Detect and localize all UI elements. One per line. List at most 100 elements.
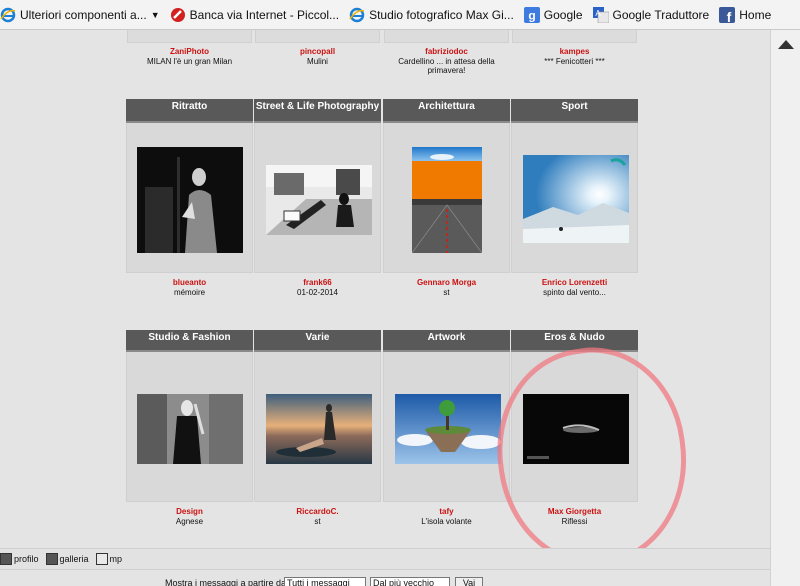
category-thumbnail-box[interactable] bbox=[254, 352, 381, 502]
category-studio-fashion[interactable]: Studio & Fashion Design Agnese bbox=[126, 330, 253, 526]
gallery-cell[interactable]: ZaniPhoto MILAN l'è un gran Milan bbox=[126, 30, 253, 72]
category-title[interactable]: Artwork bbox=[383, 330, 510, 352]
ie-icon bbox=[0, 7, 16, 23]
author-link[interactable]: fabriziodoc bbox=[383, 47, 510, 57]
photo-thumbnail[interactable] bbox=[523, 155, 629, 243]
thumbnail-frame bbox=[255, 30, 380, 43]
bookmark-label: Studio fotografico Max Gi... bbox=[369, 7, 514, 22]
category-title[interactable]: Ritratto bbox=[126, 99, 253, 123]
thumbnail-frame bbox=[512, 30, 637, 43]
photo-title: L'isola volante bbox=[421, 517, 472, 526]
author-link[interactable]: kampes bbox=[511, 47, 638, 57]
category-sport[interactable]: Sport Enrico Lorenzetti spinto dal vento… bbox=[511, 99, 638, 297]
category-ritratto[interactable]: Ritratto blueanto mémoire bbox=[126, 99, 253, 297]
category-eros-nudo[interactable]: Eros & Nudo Max Giorgetta Riflessi bbox=[511, 330, 638, 526]
bookmark-label: Home bbox=[739, 7, 772, 22]
category-thumbnail-box[interactable] bbox=[383, 352, 510, 502]
google-icon: g bbox=[523, 6, 540, 23]
author-link[interactable]: Max Giorgetta bbox=[511, 507, 638, 517]
filter-label: Mostra i messaggi a partire da: bbox=[165, 578, 289, 586]
profile-link[interactable]: profilo bbox=[0, 553, 39, 565]
gallery-cell[interactable]: fabriziodoc Cardellino ... in attesa del… bbox=[383, 30, 510, 75]
photo-thumbnail[interactable] bbox=[266, 394, 372, 464]
photo-title: st bbox=[314, 517, 321, 526]
photo-title: Riflessi bbox=[561, 517, 588, 526]
chevron-down-icon[interactable]: ▼ bbox=[151, 10, 160, 20]
category-thumbnail-box[interactable] bbox=[511, 123, 638, 273]
category-meta: blueanto mémoire bbox=[126, 278, 253, 297]
photo-title: st bbox=[443, 288, 450, 297]
category-title[interactable]: Street & Life Photography bbox=[254, 99, 381, 123]
category-title[interactable]: Studio & Fashion bbox=[126, 330, 253, 352]
photo-thumbnail[interactable] bbox=[137, 394, 243, 464]
go-button[interactable]: Vai bbox=[455, 577, 483, 586]
category-thumbnail-box[interactable] bbox=[126, 352, 253, 502]
author-link[interactable]: tafy bbox=[383, 507, 510, 517]
profile-icon bbox=[0, 553, 12, 565]
category-architettura[interactable]: Architettura Gennaro Morga st bbox=[383, 99, 510, 297]
category-meta: frank66 01-02-2014 bbox=[254, 278, 381, 297]
no-entry-icon bbox=[170, 7, 186, 23]
ie-icon bbox=[349, 7, 365, 23]
category-thumbnail-box[interactable] bbox=[383, 123, 510, 273]
category-title[interactable]: Eros & Nudo bbox=[511, 330, 638, 352]
translate-icon: A bbox=[592, 6, 609, 23]
facebook-icon: f bbox=[719, 6, 736, 23]
category-thumbnail-box[interactable] bbox=[254, 123, 381, 273]
photo-title: Mulini bbox=[307, 57, 328, 66]
bookmark-google-traduttore[interactable]: A Google Traduttore bbox=[592, 0, 710, 29]
author-link[interactable]: Gennaro Morga bbox=[383, 278, 510, 288]
category-artwork[interactable]: Artwork tafy L'isola volante bbox=[383, 330, 510, 526]
category-meta: Gennaro Morga st bbox=[383, 278, 510, 297]
gallery-cell[interactable]: kampes *** Fenicotteri *** bbox=[511, 30, 638, 72]
svg-text:A: A bbox=[595, 9, 601, 18]
category-meta: tafy L'isola volante bbox=[383, 507, 510, 526]
category-varie[interactable]: Varie RiccardoC. st bbox=[254, 330, 381, 526]
photo-title: mémoire bbox=[173, 288, 206, 297]
gallery-icon bbox=[45, 553, 58, 565]
link-label: mp bbox=[109, 554, 123, 564]
vertical-scrollbar[interactable] bbox=[770, 30, 800, 586]
bookmark-ulteriori-componenti[interactable]: Ulteriori componenti a... ▼ bbox=[0, 0, 160, 29]
bookmark-studio-fotografico[interactable]: Studio fotografico Max Gi... bbox=[349, 0, 514, 29]
author-link[interactable]: Design bbox=[126, 507, 253, 517]
scroll-up-arrow-icon[interactable] bbox=[778, 40, 794, 49]
bookmark-home[interactable]: f Home bbox=[719, 0, 772, 29]
category-meta: Design Agnese bbox=[126, 507, 253, 526]
photo-thumbnail[interactable] bbox=[523, 394, 629, 464]
photo-title: Agnese bbox=[175, 517, 204, 526]
author-link[interactable]: frank66 bbox=[254, 278, 381, 288]
photo-title: MILAN l'è un gran Milan bbox=[146, 57, 233, 66]
category-thumbnail-box[interactable] bbox=[511, 352, 638, 502]
photo-title: 01-02-2014 bbox=[297, 288, 338, 297]
top-gallery-row: ZaniPhoto MILAN l'è un gran Milan pincop… bbox=[0, 30, 770, 75]
photo-thumbnail[interactable] bbox=[266, 165, 372, 235]
thumbnail-frame bbox=[127, 30, 252, 43]
photo-thumbnail[interactable] bbox=[137, 147, 243, 253]
category-title[interactable]: Varie bbox=[254, 330, 381, 352]
bookmark-google[interactable]: g Google bbox=[523, 0, 583, 29]
category-meta: Enrico Lorenzetti spinto dal vento... bbox=[511, 278, 638, 297]
author-link[interactable]: ZaniPhoto bbox=[126, 47, 253, 57]
author-link[interactable]: blueanto bbox=[126, 278, 253, 288]
private-message-link[interactable]: mp bbox=[95, 553, 123, 565]
gallery-cell[interactable]: pincopall Mulini bbox=[254, 30, 381, 72]
photo-thumbnail[interactable] bbox=[395, 394, 501, 464]
category-meta: RiccardoC. st bbox=[254, 507, 381, 526]
author-link[interactable]: Enrico Lorenzetti bbox=[511, 278, 638, 288]
category-meta: Max Giorgetta Riflessi bbox=[511, 507, 638, 526]
category-title[interactable]: Architettura bbox=[383, 99, 510, 123]
bookmark-label: Ulteriori componenti a... bbox=[20, 7, 147, 22]
category-street-life-photography[interactable]: Street & Life Photography frank66 01-02-… bbox=[254, 99, 381, 297]
category-title[interactable]: Sport bbox=[511, 99, 638, 123]
messages-select[interactable]: Tutti i messaggi bbox=[284, 577, 366, 586]
category-thumbnail-box[interactable] bbox=[126, 123, 253, 273]
gallery-link[interactable]: galleria bbox=[45, 553, 89, 565]
author-link[interactable]: RiccardoC. bbox=[254, 507, 381, 517]
order-select[interactable]: Dal più vecchio bbox=[370, 577, 450, 586]
photo-title: *** Fenicotteri *** bbox=[544, 57, 605, 66]
bookmark-label: Google Traduttore bbox=[612, 7, 710, 22]
author-link[interactable]: pincopall bbox=[254, 47, 381, 57]
bookmark-banca-via-internet[interactable]: Banca via Internet - Piccol... bbox=[170, 0, 339, 29]
photo-thumbnail[interactable] bbox=[412, 147, 482, 253]
